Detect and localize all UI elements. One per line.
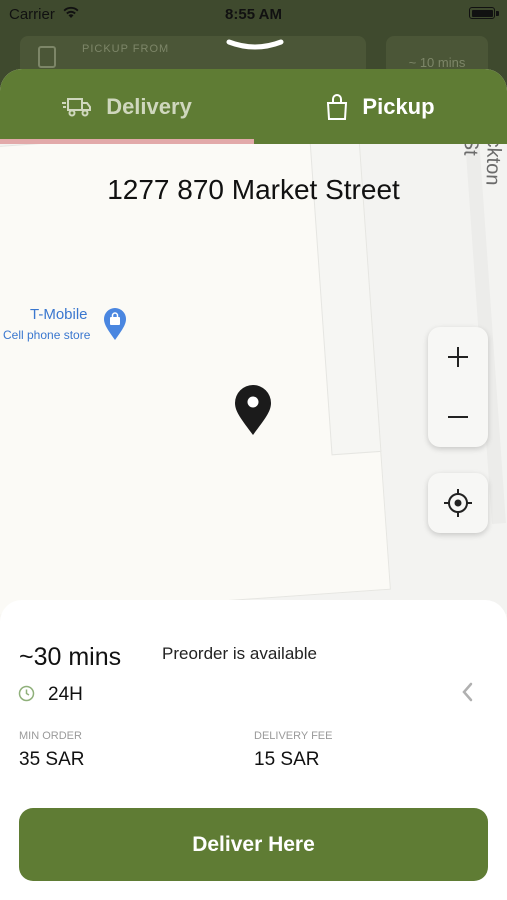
min-order-label: MIN ORDER — [19, 730, 82, 742]
minus-icon — [448, 416, 468, 418]
chevron-down-icon[interactable] — [226, 38, 284, 52]
tab-pickup-label: Pickup — [362, 93, 435, 119]
address-label: 1277 870 Market Street — [107, 174, 400, 205]
zoom-in-button[interactable] — [428, 327, 488, 387]
status-bar: Carrier 8:55 AM — [0, 0, 507, 28]
clock-time: 8:55 AM — [225, 6, 282, 23]
plus-icon — [448, 347, 468, 367]
delivery-fee-value: 15 SAR — [254, 749, 320, 770]
battery-tip — [496, 11, 499, 16]
poi-category: Cell phone store — [3, 328, 91, 342]
delivery-truck-icon — [62, 97, 92, 116]
opening-hours: 24H — [48, 684, 83, 705]
location-pin-icon — [235, 385, 271, 435]
preorder-status: Preorder is available — [162, 644, 317, 663]
shopping-bag-icon — [327, 93, 348, 120]
pickup-time-label: ~ 10 mins — [408, 55, 466, 70]
tab-delivery-label: Delivery — [106, 93, 192, 119]
bag-icon — [38, 46, 56, 68]
delivery-eta: ~30 mins — [19, 643, 122, 671]
mode-tabs: Delivery Pickup — [0, 69, 507, 144]
delivery-fee-label: DELIVERY FEE — [254, 730, 333, 742]
min-order-value: 35 SAR — [19, 749, 85, 770]
tab-pickup[interactable]: Pickup — [254, 69, 507, 144]
chevron-left-icon[interactable] — [460, 681, 474, 703]
zoom-controls — [428, 327, 488, 447]
map-view[interactable]: ckton St 1277 870 Market Street T-Mobile… — [0, 144, 507, 614]
delivery-sheet: Delivery Pickup ckton St 1277 870 Market… — [0, 69, 507, 900]
battery-icon — [469, 7, 495, 19]
crosshair-icon — [444, 489, 472, 517]
poi-name[interactable]: T-Mobile — [30, 306, 88, 323]
pickup-from-label: PICKUP FROM — [82, 43, 170, 55]
zoom-out-button[interactable] — [428, 387, 488, 447]
shopping-poi-icon[interactable] — [103, 307, 127, 341]
my-location-button[interactable] — [428, 473, 488, 533]
delivery-info-panel: ~30 mins Preorder is available 24H MIN O… — [0, 600, 507, 900]
clock-icon — [18, 685, 35, 702]
deliver-here-button[interactable]: Deliver Here — [19, 808, 488, 881]
tab-delivery[interactable]: Delivery — [0, 69, 254, 144]
